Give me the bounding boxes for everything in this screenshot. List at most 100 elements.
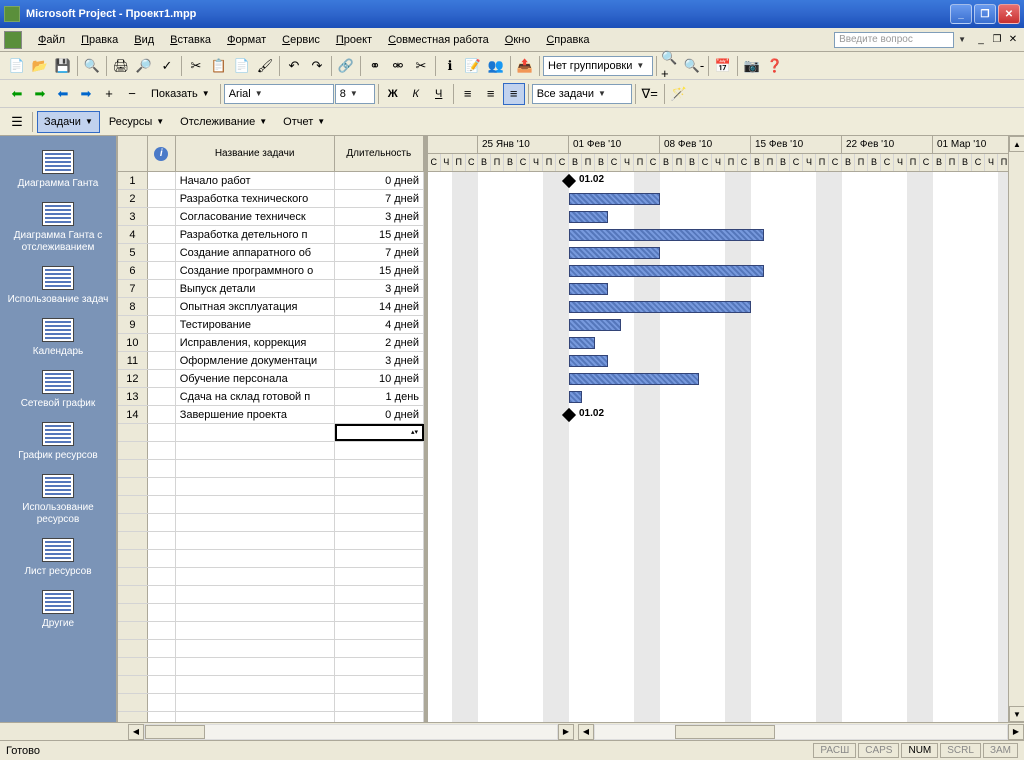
- view-item-5[interactable]: График ресурсов: [0, 416, 116, 468]
- duration-cell[interactable]: 7 дней: [335, 190, 424, 207]
- doc-minimize-button[interactable]: _: [974, 33, 988, 47]
- print-preview-button[interactable]: 🔎: [133, 55, 155, 77]
- table-row[interactable]: 11Оформление документаци3 дней: [118, 352, 424, 370]
- view-item-7[interactable]: Лист ресурсов: [0, 532, 116, 584]
- minimize-button[interactable]: _: [950, 4, 972, 24]
- gantt-wizard-button[interactable]: 🪄: [668, 83, 690, 105]
- row-number[interactable]: 12: [118, 370, 148, 387]
- maximize-button[interactable]: ❐: [974, 4, 996, 24]
- duration-cell[interactable]: 15 дней: [335, 226, 424, 243]
- info-cell[interactable]: [148, 424, 176, 441]
- hide-subtasks-button[interactable]: −: [121, 83, 143, 105]
- info-column-header[interactable]: i: [148, 136, 176, 171]
- info-cell[interactable]: [148, 316, 176, 333]
- tracking-guide-button[interactable]: Отслеживание▼: [173, 111, 274, 133]
- table-row[interactable]: 14Завершение проекта0 дней: [118, 406, 424, 424]
- filter-combo[interactable]: Все задачи▼: [532, 84, 632, 104]
- info-cell[interactable]: [148, 244, 176, 261]
- task-name-column-header[interactable]: Название задачи: [176, 136, 335, 171]
- task-info-button[interactable]: ℹ: [439, 55, 461, 77]
- zoom-out-button[interactable]: 🔍-: [683, 55, 705, 77]
- help-dropdown-icon[interactable]: ▼: [958, 35, 966, 44]
- task-pane-button[interactable]: ☰: [6, 111, 28, 133]
- doc-restore-button[interactable]: ❐: [990, 33, 1004, 47]
- gantt-bar[interactable]: [569, 229, 764, 241]
- row-number[interactable]: 5: [118, 244, 148, 261]
- view-item-8[interactable]: Другие: [0, 584, 116, 636]
- row-number[interactable]: 13: [118, 388, 148, 405]
- autofilter-button[interactable]: ∇=: [639, 83, 661, 105]
- task-name-cell[interactable]: Тестирование: [176, 316, 335, 333]
- duration-cell[interactable]: 3 дней: [335, 208, 424, 225]
- nav-forward-button[interactable]: ➡: [29, 83, 51, 105]
- view-item-0[interactable]: Диаграмма Ганта: [0, 144, 116, 196]
- gantt-bar[interactable]: [569, 283, 608, 295]
- task-name-cell[interactable]: Сдача на склад готовой п: [176, 388, 335, 405]
- view-item-6[interactable]: Использование ресурсов: [0, 468, 116, 532]
- view-item-1[interactable]: Диаграмма Ганта с отслеживанием: [0, 196, 116, 260]
- save-button[interactable]: 💾: [52, 55, 74, 77]
- row-number[interactable]: 2: [118, 190, 148, 207]
- duration-cell[interactable]: 3 дней: [335, 280, 424, 297]
- view-item-4[interactable]: Сетевой график: [0, 364, 116, 416]
- nav-back-button[interactable]: ⬅: [6, 83, 28, 105]
- gantt-bar[interactable]: [569, 337, 595, 349]
- table-row[interactable]: 12Обучение персонала10 дней: [118, 370, 424, 388]
- table-hscrollbar[interactable]: ◀▶: [128, 723, 574, 740]
- duration-cell[interactable]: 3 дней: [335, 352, 424, 369]
- menu-вид[interactable]: Вид: [126, 32, 162, 48]
- duration-cell[interactable]: 10 дней: [335, 370, 424, 387]
- info-cell[interactable]: [148, 352, 176, 369]
- milestone-marker[interactable]: [562, 408, 576, 422]
- gantt-bar[interactable]: [569, 355, 608, 367]
- task-name-cell[interactable]: Разработка технического: [176, 190, 335, 207]
- duration-cell[interactable]: 1 день: [335, 388, 424, 405]
- duration-cell[interactable]: 2 дней: [335, 334, 424, 351]
- menu-правка[interactable]: Правка: [73, 32, 126, 48]
- align-right-button[interactable]: ≡: [503, 83, 525, 105]
- info-cell[interactable]: [148, 172, 176, 189]
- gantt-bar[interactable]: [569, 265, 764, 277]
- menu-вставка[interactable]: Вставка: [162, 32, 219, 48]
- info-cell[interactable]: [148, 298, 176, 315]
- help-search-input[interactable]: Введите вопрос: [834, 32, 954, 48]
- table-row[interactable]: 4Разработка детельного п15 дней: [118, 226, 424, 244]
- menu-проект[interactable]: Проект: [328, 32, 380, 48]
- duration-cell[interactable]: 0 дней: [335, 172, 424, 189]
- row-number[interactable]: 4: [118, 226, 148, 243]
- publish-button[interactable]: 📤: [514, 55, 536, 77]
- view-item-2[interactable]: Использование задач: [0, 260, 116, 312]
- task-name-cell[interactable]: [176, 424, 335, 441]
- table-row[interactable]: 1Начало работ0 дней: [118, 172, 424, 190]
- indent-button[interactable]: ➡: [75, 83, 97, 105]
- table-row[interactable]: 8Опытная эксплуатация14 дней: [118, 298, 424, 316]
- table-row[interactable]: 3Согласование техническ3 дней: [118, 208, 424, 226]
- undo-button[interactable]: ↶: [283, 55, 305, 77]
- assign-resources-button[interactable]: 👥: [485, 55, 507, 77]
- table-row[interactable]: 5Создание аппаратного об7 дней: [118, 244, 424, 262]
- table-row[interactable]: 10Исправления, коррекция2 дней: [118, 334, 424, 352]
- unlink-tasks-button[interactable]: ⚮: [387, 55, 409, 77]
- view-item-3[interactable]: Календарь: [0, 312, 116, 364]
- table-row[interactable]: 13 Сдача на склад готовой п1 день: [118, 388, 424, 406]
- row-number[interactable]: 6: [118, 262, 148, 279]
- info-cell[interactable]: [148, 334, 176, 351]
- gantt-bar[interactable]: [569, 193, 660, 205]
- doc-close-button[interactable]: ✕: [1006, 33, 1020, 47]
- info-cell[interactable]: [148, 262, 176, 279]
- print-button[interactable]: 🖨: [110, 55, 132, 77]
- format-painter-button[interactable]: 🖌: [254, 55, 276, 77]
- info-cell[interactable]: [148, 406, 176, 423]
- duration-cell-selected[interactable]: [335, 424, 424, 441]
- paste-button[interactable]: 📄: [231, 55, 253, 77]
- task-name-cell[interactable]: Выпуск детали: [176, 280, 335, 297]
- underline-button[interactable]: Ч: [428, 83, 450, 105]
- search-button[interactable]: 🔍: [81, 55, 103, 77]
- task-name-cell[interactable]: Создание программного о: [176, 262, 335, 279]
- duration-cell[interactable]: 0 дней: [335, 406, 424, 423]
- row-header[interactable]: [118, 136, 148, 171]
- duration-cell[interactable]: 14 дней: [335, 298, 424, 315]
- task-name-cell[interactable]: Оформление документаци: [176, 352, 335, 369]
- new-button[interactable]: 📄: [6, 55, 28, 77]
- row-number[interactable]: 7: [118, 280, 148, 297]
